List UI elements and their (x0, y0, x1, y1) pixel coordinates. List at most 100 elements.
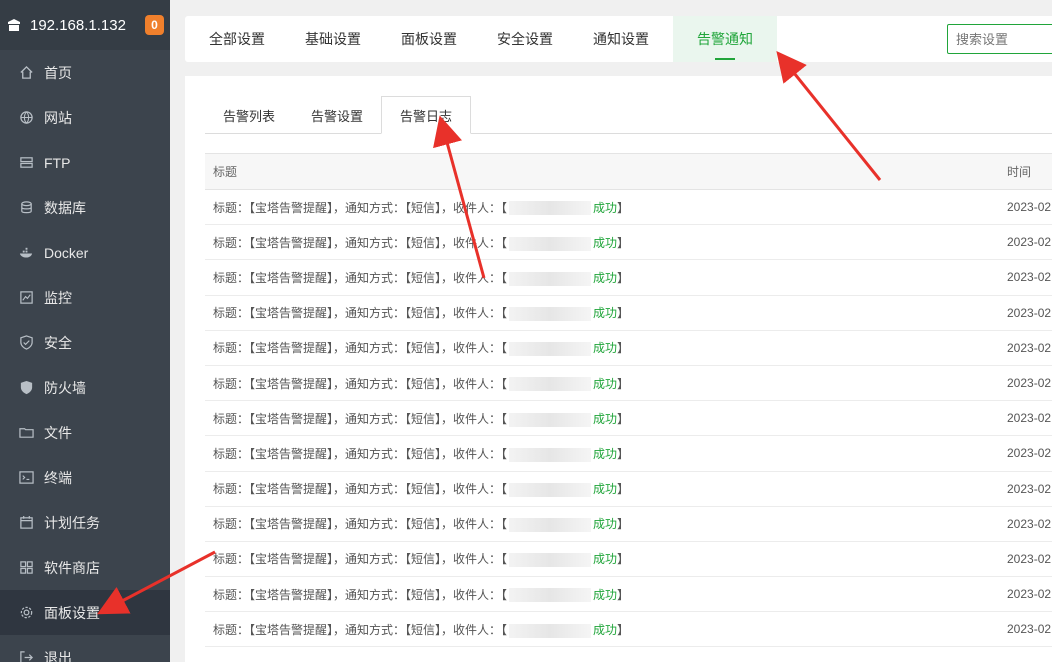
sidebar-item-shield[interactable]: 安全 (0, 320, 170, 365)
sidebar-item-label: 监控 (44, 289, 72, 306)
row-suffix: 】 (617, 411, 630, 426)
row-prefix: 标题：【宝塔告警提醒】，通知方式：【短信】，收件人：【 (213, 341, 508, 356)
row-title: 标题：【宝塔告警提醒】，通知方式：【短信】，收件人：【 成功】 (205, 515, 1007, 533)
tab-settings-0[interactable]: 全部设置 (193, 16, 289, 62)
row-suffix: 】 (617, 446, 630, 461)
table-row: 标题：【宝塔告警提醒】，通知方式：【短信】，收件人：【 成功】 2023-02 (205, 472, 1052, 507)
redacted-recipient (509, 412, 592, 427)
alert-log-table: 标题 时间 标题：【宝塔告警提醒】，通知方式：【短信】，收件人：【 成功】 2023… (205, 153, 1052, 648)
row-suffix: 】 (617, 482, 630, 497)
sidebar-item-label: 终端 (44, 469, 72, 486)
redacted-recipient (509, 271, 592, 286)
redacted-recipient (509, 447, 592, 462)
row-title: 标题：【宝塔告警提醒】，通知方式：【短信】，收件人：【 成功】 (205, 339, 1007, 357)
sidebar-item-ftp[interactable]: FTP (0, 140, 170, 185)
status-success: 成功 (593, 622, 618, 637)
sidebar-item-label: FTP (44, 154, 71, 171)
row-time: 2023-02 (1007, 200, 1052, 215)
redacted-recipient (509, 588, 592, 603)
status-success: 成功 (593, 306, 618, 321)
subtab-2[interactable]: 告警日志 (381, 96, 472, 134)
calendar-icon (18, 515, 34, 531)
sidebar-header: 192.168.1.132 0 (0, 0, 170, 50)
folder-icon (18, 425, 34, 441)
sidebar-item-database[interactable]: 数据库 (0, 185, 170, 230)
status-success: 成功 (593, 270, 618, 285)
sidebar-item-home[interactable]: 首页 (0, 50, 170, 95)
sidebar-item-label: 面板设置 (44, 604, 100, 621)
table-row: 标题：【宝塔告警提醒】，通知方式：【短信】，收件人：【 成功】 2023-02 (205, 401, 1052, 437)
row-title: 标题：【宝塔告警提醒】，通知方式：【短信】，收件人：【 成功】 (205, 199, 1007, 216)
globe-icon (18, 110, 34, 126)
row-suffix: 】 (617, 517, 630, 532)
sidebar-item-docker[interactable]: Docker (0, 230, 170, 275)
sidebar-item-logout[interactable]: 退出 (0, 635, 170, 662)
row-prefix: 标题：【宝塔告警提醒】，通知方式：【短信】，收件人：【 (213, 482, 508, 497)
sidebar-item-monitor[interactable]: 监控 (0, 275, 170, 320)
sidebar-item-apps[interactable]: 软件商店 (0, 545, 170, 590)
status-success: 成功 (593, 341, 618, 356)
sidebar-item-label: 软件商店 (44, 559, 100, 576)
row-prefix: 标题：【宝塔告警提醒】，通知方式：【短信】，收件人：【 (213, 306, 508, 321)
row-title: 标题：【宝塔告警提醒】，通知方式：【短信】，收件人：【 成功】 (205, 269, 1007, 286)
subtab-0[interactable]: 告警列表 (205, 96, 293, 134)
redacted-recipient (509, 553, 592, 568)
tab-settings-2[interactable]: 面板设置 (385, 16, 481, 62)
row-time: 2023-02 (1007, 270, 1052, 285)
redacted-recipient (509, 342, 592, 357)
row-prefix: 标题：【宝塔告警提醒】，通知方式：【短信】，收件人：【 (213, 200, 508, 215)
table-row: 标题：【宝塔告警提醒】，通知方式：【短信】，收件人：【 成功】 2023-02 (205, 296, 1052, 331)
tab-settings-4[interactable]: 通知设置 (577, 16, 673, 62)
column-title: 标题 (213, 165, 238, 179)
tab-settings-1[interactable]: 基础设置 (289, 16, 385, 62)
row-suffix: 】 (617, 270, 630, 285)
status-success: 成功 (593, 235, 618, 250)
table-row: 标题：【宝塔告警提醒】，通知方式：【短信】，收件人：【 成功】 2023-02 (205, 436, 1052, 472)
row-time: 2023-02 (1007, 587, 1052, 602)
sidebar-item-globe[interactable]: 网站 (0, 95, 170, 140)
sidebar-item-gear[interactable]: 面板设置 (0, 590, 170, 635)
redacted-recipient (509, 236, 592, 251)
table-row: 标题：【宝塔告警提醒】，通知方式：【短信】，收件人：【 成功】 2023-02 (205, 577, 1052, 613)
sidebar-item-calendar[interactable]: 计划任务 (0, 500, 170, 545)
row-prefix: 标题：【宝塔告警提醒】，通知方式：【短信】，收件人：【 (213, 552, 508, 567)
row-suffix: 】 (617, 622, 630, 637)
tab-settings-5[interactable]: 告警通知 (673, 16, 777, 62)
monitor-icon (18, 290, 34, 306)
row-prefix: 标题：【宝塔告警提醒】，通知方式：【短信】，收件人：【 (213, 376, 508, 391)
column-time: 时间 (1007, 165, 1032, 179)
tab-settings-3[interactable]: 安全设置 (481, 16, 577, 62)
row-time: 2023-02 (1007, 516, 1052, 531)
redacted-recipient (509, 623, 592, 638)
firewall-icon (18, 380, 34, 396)
status-success: 成功 (593, 552, 618, 567)
row-time: 2023-02 (1007, 340, 1052, 355)
gear-icon (18, 605, 34, 621)
docker-icon (18, 245, 34, 261)
subtab-1[interactable]: 告警设置 (293, 96, 381, 134)
row-time: 2023-02 (1007, 551, 1052, 566)
table-header: 标题 时间 (205, 154, 1052, 190)
sidebar-item-folder[interactable]: 文件 (0, 410, 170, 455)
redacted-recipient (509, 482, 592, 497)
row-title: 标题：【宝塔告警提醒】，通知方式：【短信】，收件人：【 成功】 (205, 550, 1007, 568)
row-prefix: 标题：【宝塔告警提醒】，通知方式：【短信】，收件人：【 (213, 235, 508, 250)
search-input[interactable] (947, 24, 1052, 54)
row-prefix: 标题：【宝塔告警提醒】，通知方式：【短信】，收件人：【 (213, 270, 508, 285)
sidebar: 192.168.1.132 0 首页网站 FTP 数据库 Docker 监控安全防火墙文… (0, 0, 170, 662)
row-prefix: 标题：【宝塔告警提醒】，通知方式：【短信】，收件人：【 (213, 411, 508, 426)
row-prefix: 标题：【宝塔告警提醒】，通知方式：【短信】，收件人：【 (213, 446, 508, 461)
row-title: 标题：【宝塔告警提醒】，通知方式：【短信】，收件人：【 成功】 (205, 621, 1007, 638)
sidebar-item-label: 网站 (44, 109, 72, 126)
notification-badge[interactable]: 0 (145, 15, 164, 35)
row-time: 2023-02 (1007, 235, 1052, 250)
sidebar-item-label: 安全 (44, 334, 72, 351)
sidebar-item-label: Docker (44, 244, 89, 261)
row-suffix: 】 (617, 306, 630, 321)
database-icon (18, 200, 34, 216)
sidebar-item-firewall[interactable]: 防火墙 (0, 365, 170, 410)
sidebar-item-label: 文件 (44, 424, 72, 441)
table-row: 标题：【宝塔告警提醒】，通知方式：【短信】，收件人：【 成功】 2023-02 (205, 507, 1052, 542)
sidebar-item-terminal[interactable]: 终端 (0, 455, 170, 500)
alert-panel: 告警列表 告警设置 告警日志 标题 时间 标题：【宝塔告警提醒】，通知方式：【短信】… (185, 76, 1052, 662)
